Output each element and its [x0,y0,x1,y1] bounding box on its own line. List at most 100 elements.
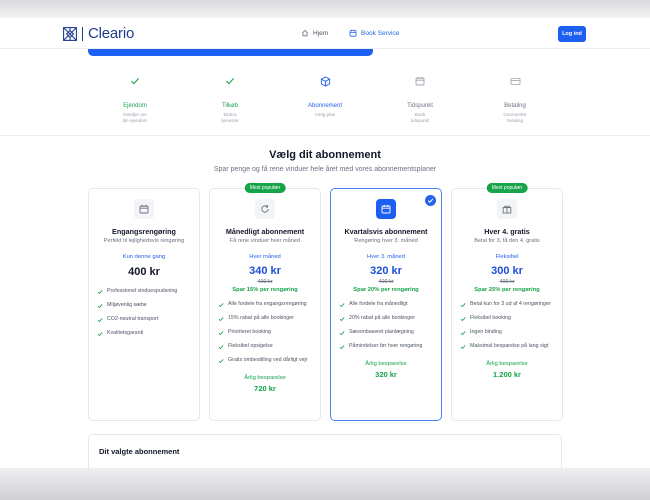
plan-tagline: Perfekt til lejlighedsvis rengøring [103,238,185,244]
check-icon [339,344,345,353]
feature-item: Sæsonbaseret planlægning [339,329,433,339]
popular-badge: Mest populær [244,183,286,193]
step-icon-wrap [95,68,175,94]
feature-item: Ingen binding [460,329,554,339]
step-label: Abonnement [307,103,343,109]
plan-old-price: 400 kr [499,278,515,285]
plan-price: 300 kr [491,264,523,277]
plan-card-kvartalsvis[interactable]: Kvartalsvis abonnement Rengøring hver 3.… [330,188,442,421]
plan-features: Alle fordele fra månedligt 20% rabat på … [331,301,441,354]
step-icon-wrap [285,68,365,94]
step-abonnement[interactable]: Abonnement Vælg plan [285,56,365,118]
plan-card-maanedligt[interactable]: Mest populær Månedligt abonnement Få ren… [209,183,321,421]
step-icon-wrap [190,68,270,94]
calendar-icon [381,205,391,214]
window-shade-top [0,0,650,18]
plan-price: 320 kr [370,264,402,277]
check-icon [339,330,345,339]
check-icon [218,344,224,353]
feature-item: Professionel vinduespudsning [97,288,191,298]
step-label: Tilkøb [221,103,239,109]
annual-savings-value: 720 kr [254,384,276,394]
summary-title: Dit valgte abonnement [99,447,180,456]
feature-item: Alle fordele fra månedligt [339,301,433,311]
annual-savings-value: 1.200 kr [493,370,521,380]
calendar-icon [349,29,357,37]
feature-item: CO2-neutral transport [97,316,191,326]
plan-frequency: Kun denne gang [122,253,166,260]
step-betaling[interactable]: Betaling Gennemfør betaling [475,56,555,124]
box-icon [320,75,330,87]
step-label: Betaling [504,103,526,109]
gift-icon [502,205,512,214]
plan-old-price: 400 kr [378,278,394,285]
check-icon [97,317,103,326]
plan-features: Alle fordele fra engangsrengøring 15% ra… [210,301,320,368]
step-icon-wrap [475,68,555,94]
login-button[interactable]: Log ind [558,26,586,42]
nav-book-label: Book Service [361,29,400,37]
step-tilkob[interactable]: Tilkøb Ekstra tjenester [190,56,270,124]
feature-item: 15% rabat på alle bookinger [218,315,312,325]
plan-icon-wrap [134,199,154,219]
step-desc: Gennemfør betaling [503,112,527,123]
check-icon [460,316,466,325]
plan-frequency: Hver 3. måned [366,253,406,260]
plan-savings: Spar 20% per rengøring [353,286,419,293]
nav-home-link[interactable]: Hjem [301,29,328,37]
window-shade-bottom [0,468,650,500]
plan-tagline: Rengøring hver 3. måned [354,238,418,244]
plan-savings: Spar 15% per rengøring [232,286,298,293]
feature-item: Gratis ombestilling ved dårligt vejr [218,357,312,367]
check-icon [460,302,466,311]
calendar-icon [415,77,425,86]
plan-frequency: Fleksibel [495,253,519,260]
feature-item: Maksimal besparelse på lang sigt [460,343,554,353]
check-icon [460,344,466,353]
check-icon [218,358,224,367]
plan-name: Kvartalsvis abonnement [344,227,428,236]
step-tidspunkt[interactable]: Tidspunkt Book tidspunkt [380,56,460,124]
step-desc: Book tidspunkt [410,112,430,123]
feature-item: Påmindelser før hver rengøring [339,343,433,353]
plan-features: Professionel vinduespudsning Miljøvenlig… [89,288,199,341]
feature-item: Prioriteret booking [218,329,312,339]
check-icon [131,78,140,85]
selected-check-icon [425,195,436,206]
step-label: Ejendom [123,103,147,109]
feature-item: Fleksibel booking [460,315,554,325]
plan-card-engangs[interactable]: Engangsrengøring Perfekt til lejlighedsv… [88,188,200,421]
plan-features: Betal kun for 3 ud af 4 rengøringer Flek… [452,301,562,354]
feature-item: Miljøvenlig sæbe [97,302,191,312]
page-title: Vælg dit abonnement [269,149,381,161]
check-icon [218,316,224,325]
screenshot-frame: Cleario Hjem Book Service Log ind Ejendo… [0,0,650,500]
page-subtitle: Spar penge og få rene vinduer hele året … [213,166,437,173]
logo-divider [82,26,83,41]
step-desc: Ekstra tjenester [221,112,239,123]
plan-name: Månedligt abonnement [225,227,305,236]
step-ejendom[interactable]: Ejendom Detaljer om din ejendom [95,56,175,124]
step-label: Tidspunkt [407,103,433,109]
selected-plan-summary: Dit valgte abonnement [88,434,562,468]
brand-logo[interactable]: Cleario [63,25,134,42]
check-icon [97,303,103,312]
annual-savings-label: Årlig besparelse [365,361,407,368]
check-icon [97,289,103,298]
plan-price: 400 kr [128,265,160,278]
check-icon [218,330,224,339]
feature-item: Betal kun for 3 ud af 4 rengøringer [460,301,554,311]
annual-savings-value: 320 kr [375,370,397,380]
plan-savings: Spar 25% per rengøring [474,286,540,293]
plan-card-hver-4-gratis[interactable]: Mest populær Hver 4. gratis Betal for 3,… [451,183,563,421]
plan-icon-wrap [497,199,517,219]
plan-icon-wrap [255,199,275,219]
check-icon [226,78,235,85]
step-icon-wrap [380,68,460,94]
plan-icon-wrap [376,199,396,219]
progress-bar [88,49,373,56]
nav-book-service-link[interactable]: Book Service [349,29,399,37]
step-desc: Vælg plan [314,112,336,117]
checkout-steps: Ejendom Detaljer om din ejendom Tilkøb Ek… [0,56,650,136]
plan-tagline: Betal for 3, få den 4. gratis [474,238,540,244]
